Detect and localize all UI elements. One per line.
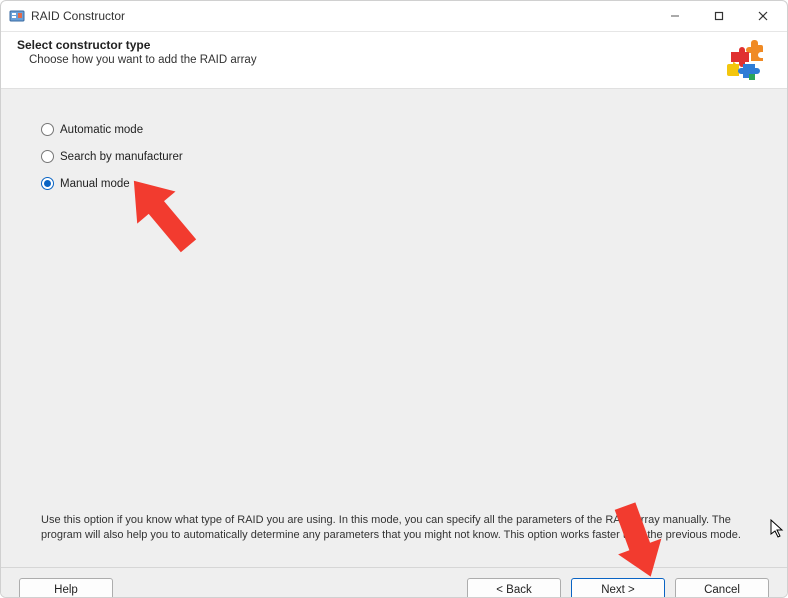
page-title: Select constructor type xyxy=(17,38,717,52)
button-label: < Back xyxy=(496,584,531,596)
button-label: Cancel xyxy=(704,584,740,596)
button-label: Help xyxy=(54,584,78,596)
wizard-body: Automatic mode Search by manufacturer Ma… xyxy=(1,89,787,567)
wizard-footer: Help < Back Next > Cancel xyxy=(1,567,787,597)
radio-icon xyxy=(41,123,54,136)
app-icon xyxy=(9,8,25,24)
radio-search-by-manufacturer[interactable]: Search by manufacturer xyxy=(41,150,771,163)
radio-icon xyxy=(41,177,54,190)
button-label: Next > xyxy=(601,584,635,596)
cancel-button[interactable]: Cancel xyxy=(675,578,769,598)
next-button[interactable]: Next > xyxy=(571,578,665,598)
puzzle-icon xyxy=(725,38,771,80)
radio-label: Manual mode xyxy=(60,178,130,190)
radio-label: Automatic mode xyxy=(60,124,143,136)
help-button[interactable]: Help xyxy=(19,578,113,598)
window-title: RAID Constructor xyxy=(31,9,125,23)
mouse-cursor-icon xyxy=(770,519,784,539)
radio-manual-mode[interactable]: Manual mode xyxy=(41,177,771,190)
radio-automatic-mode[interactable]: Automatic mode xyxy=(41,123,771,136)
maximize-button[interactable] xyxy=(697,1,741,31)
back-button[interactable]: < Back xyxy=(467,578,561,598)
wizard-header: Select constructor type Choose how you w… xyxy=(1,32,787,89)
option-description: Use this option if you know what type of… xyxy=(41,513,771,567)
constructor-type-group: Automatic mode Search by manufacturer Ma… xyxy=(41,123,771,190)
page-subtitle: Choose how you want to add the RAID arra… xyxy=(17,54,717,66)
minimize-button[interactable] xyxy=(653,1,697,31)
close-button[interactable] xyxy=(741,1,785,31)
radio-label: Search by manufacturer xyxy=(60,151,183,163)
raid-constructor-window: RAID Constructor Select constructor type… xyxy=(0,0,788,598)
titlebar: RAID Constructor xyxy=(1,1,787,32)
radio-icon xyxy=(41,150,54,163)
